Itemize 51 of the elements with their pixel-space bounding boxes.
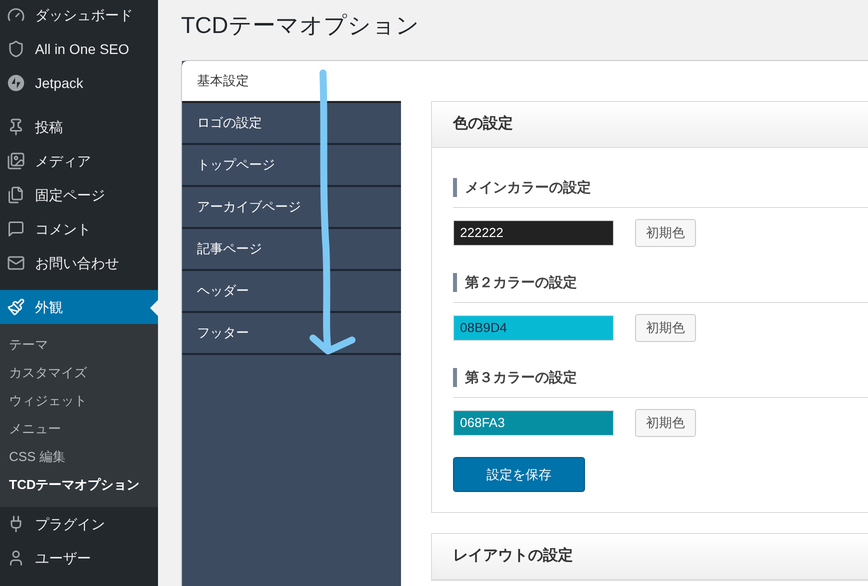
options-tab[interactable]: アーカイブページ bbox=[182, 187, 401, 229]
color-value-field[interactable]: 068FA3 bbox=[453, 410, 614, 436]
submenu-item[interactable]: ウィジェット bbox=[0, 387, 158, 415]
sidebar-item[interactable]: ダッシュボード bbox=[0, 0, 158, 32]
sidebar-item[interactable]: プラグイン bbox=[0, 507, 158, 541]
reset-color-button[interactable]: 初期色 bbox=[635, 314, 696, 342]
save-button[interactable]: 設定を保存 bbox=[453, 457, 585, 492]
sidebar-item[interactable]: お問い合わせ bbox=[0, 246, 158, 280]
sidebar-item[interactable]: 投稿 bbox=[0, 110, 158, 144]
card-title: 色の設定 bbox=[453, 114, 513, 134]
pin-icon bbox=[7, 118, 25, 136]
submenu-item[interactable]: メニュー bbox=[0, 415, 158, 443]
paintbrush-icon bbox=[7, 298, 25, 316]
sidebar-item[interactable]: Jetpack bbox=[0, 66, 158, 100]
media-icon bbox=[7, 152, 25, 170]
reset-color-button[interactable]: 初期色 bbox=[635, 409, 696, 437]
pages-icon bbox=[7, 186, 25, 204]
heading-bar bbox=[453, 272, 457, 292]
sidebar-item[interactable]: コメント bbox=[0, 212, 158, 246]
submenu-item[interactable]: カスタマイズ bbox=[0, 359, 158, 387]
sidebar-item[interactable]: 固定ページ bbox=[0, 178, 158, 212]
mail-icon bbox=[7, 254, 25, 272]
comment-icon bbox=[7, 220, 25, 238]
color-value-field[interactable]: 222222 bbox=[453, 220, 614, 246]
options-tab[interactable]: ヘッダー bbox=[182, 271, 401, 313]
current-pointer-icon bbox=[150, 300, 158, 316]
gauge-icon bbox=[7, 6, 25, 24]
sidebar-item[interactable]: メディア bbox=[0, 144, 158, 178]
sidebar-item[interactable]: ユーザー bbox=[0, 541, 158, 575]
options-tab[interactable]: トップページ bbox=[182, 145, 401, 187]
card-title: レイアウトの設定 bbox=[453, 546, 573, 566]
sidebar-item[interactable]: All in One SEO bbox=[0, 32, 158, 66]
setting-heading: 第３カラーの設定 bbox=[465, 368, 577, 386]
options-tab[interactable]: フッター bbox=[182, 313, 401, 355]
reset-color-button[interactable]: 初期色 bbox=[635, 219, 696, 247]
options-tab[interactable]: ロゴの設定 bbox=[182, 103, 401, 145]
options-tab[interactable]: 基本設定 bbox=[182, 61, 401, 103]
setting-heading: 第２カラーの設定 bbox=[465, 272, 577, 292]
heading-bar bbox=[453, 178, 457, 196]
user-icon bbox=[7, 549, 25, 567]
submenu-item[interactable]: CSS 編集 bbox=[0, 443, 158, 471]
submenu-item[interactable]: テーマ bbox=[0, 331, 158, 359]
setting-heading: メインカラーの設定 bbox=[465, 178, 591, 196]
heading-bar bbox=[453, 368, 457, 386]
sidebar-item[interactable]: 外観 bbox=[0, 290, 158, 324]
submenu-item[interactable]: TCDテーマオプション bbox=[0, 471, 158, 499]
options-tab[interactable]: 記事ページ bbox=[182, 229, 401, 271]
bolt-circle-icon bbox=[7, 74, 25, 92]
shield-icon bbox=[7, 40, 25, 58]
color-value-field[interactable]: 08B9D4 bbox=[453, 315, 614, 341]
page-title: TCDテーマオプション bbox=[181, 11, 420, 40]
